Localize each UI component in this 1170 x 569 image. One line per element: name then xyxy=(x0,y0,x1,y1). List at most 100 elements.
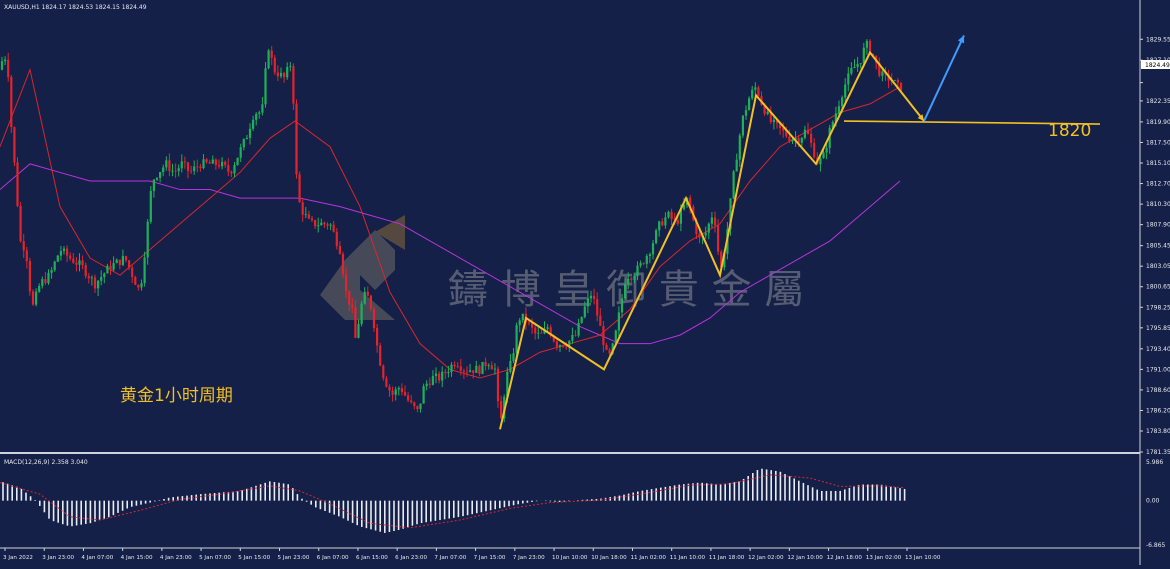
candle-bull xyxy=(881,71,884,76)
candle-bear xyxy=(66,248,69,256)
level-1820-label: 1820 xyxy=(1048,121,1091,141)
candle-bull xyxy=(645,255,648,264)
candle-bull xyxy=(258,112,261,114)
macd-tick-label: -6.865 xyxy=(1146,542,1166,549)
candle-bear xyxy=(562,345,565,347)
time-tick-label: 11 Jan 10:00 xyxy=(670,555,706,561)
candle-bull xyxy=(248,128,252,138)
candle-bull xyxy=(841,97,844,107)
candle-bull xyxy=(317,225,320,227)
time-tick-label: 7 Jan 07:00 xyxy=(434,555,466,561)
candle-bear xyxy=(273,57,276,73)
candle-bull xyxy=(419,403,422,410)
price-tick-label: 1829.55 xyxy=(1146,36,1170,43)
candle-bull xyxy=(242,139,245,148)
candle-bear xyxy=(75,262,78,265)
candle-bear xyxy=(81,260,84,266)
candle-bear xyxy=(806,129,810,134)
candle-bear xyxy=(19,205,22,242)
time-tick-label: 6 Jan 07:00 xyxy=(317,555,349,561)
candle-bear xyxy=(453,364,456,367)
candle-bull xyxy=(865,40,868,48)
candle-bull xyxy=(261,104,264,113)
candle-bear xyxy=(128,260,131,268)
candle-bull xyxy=(47,272,50,284)
candle-bear xyxy=(717,225,720,252)
price-chart-svg[interactable]: 鑄 博 皇 御 貴 金 屬 1829.551827.101822.351819.… xyxy=(0,0,1170,565)
candle-bear xyxy=(478,365,481,374)
candle-bear xyxy=(69,255,72,259)
candle-bull xyxy=(754,87,757,90)
candle-bull xyxy=(4,59,7,62)
current-price-text: 1824.49 xyxy=(1145,62,1170,69)
candle-bull xyxy=(35,291,38,305)
candle-bull xyxy=(211,159,214,164)
time-tick-label: 11 Jan 02:00 xyxy=(630,555,666,561)
candle-bull xyxy=(279,72,283,77)
candle-bull xyxy=(475,365,478,373)
macd-tick-label: 5.986 xyxy=(1146,459,1163,466)
candle-bull xyxy=(149,190,152,222)
time-tick-label: 6 Jan 23:00 xyxy=(395,555,427,561)
candle-bear xyxy=(574,334,577,336)
price-tick-label: 1822.35 xyxy=(1146,98,1170,105)
candle-bull xyxy=(639,263,642,266)
candle-bull xyxy=(667,211,670,218)
candle-bear xyxy=(444,371,447,374)
candle-bull xyxy=(289,66,292,68)
candle-bear xyxy=(698,234,701,238)
candle-bull xyxy=(434,373,438,377)
time-tick-label: 4 Jan 07:00 xyxy=(81,555,113,561)
candle-bull xyxy=(481,361,484,374)
candle-bear xyxy=(459,366,462,371)
candle-bear xyxy=(124,256,128,261)
candle-bull xyxy=(0,61,4,70)
candle-bear xyxy=(456,366,459,367)
candle-bull xyxy=(233,165,236,174)
price-tick-label: 1788.60 xyxy=(1146,387,1170,394)
price-tick-label: 1783.80 xyxy=(1146,428,1170,435)
candle-bull xyxy=(363,291,366,304)
price-tick-label: 1803.05 xyxy=(1146,263,1170,270)
candle-bull xyxy=(651,243,655,255)
candle-bull xyxy=(521,313,524,321)
price-tick-label: 1793.40 xyxy=(1146,346,1170,353)
candle-bull xyxy=(624,284,627,299)
time-tick-label: 6 Jan 15:00 xyxy=(356,555,388,561)
candle-bull xyxy=(245,137,248,140)
candle-bull xyxy=(320,222,323,226)
candle-bear xyxy=(283,72,286,78)
price-tick-label: 1805.45 xyxy=(1146,243,1170,250)
candle-bear xyxy=(757,87,760,97)
candle-bear xyxy=(413,402,416,407)
candle-bear xyxy=(87,275,90,279)
time-tick-label: 3 Jan 2022 xyxy=(3,555,33,561)
price-tick-label: 1810.30 xyxy=(1146,201,1170,208)
chart-window: 鑄 博 皇 御 貴 金 屬 1829.551827.101822.351819.… xyxy=(0,0,1170,565)
time-tick-label: 5 Jan 07:00 xyxy=(199,555,231,561)
candle-bear xyxy=(376,327,379,346)
time-tick-label: 10 Jan 10:00 xyxy=(552,555,588,561)
candle-bear xyxy=(295,103,298,175)
time-tick-label: 5 Jan 15:00 xyxy=(238,555,270,561)
candle-bear xyxy=(813,142,816,158)
candle-bull xyxy=(357,324,360,338)
candle-bear xyxy=(186,162,190,171)
candle-bull xyxy=(856,64,859,67)
candle-bull xyxy=(97,280,100,289)
candle-bear xyxy=(534,327,537,334)
candle-bear xyxy=(351,304,354,308)
macd-info: MACD(12,26,9) 2.358 3.040 xyxy=(4,459,88,466)
candle-bull xyxy=(658,221,661,231)
price-tick-label: 1812.70 xyxy=(1146,181,1170,188)
price-tick-label: 1807.90 xyxy=(1146,222,1170,229)
candle-bear xyxy=(84,265,87,276)
candle-bear xyxy=(199,166,202,169)
candle-bull xyxy=(62,248,66,252)
candle-bull xyxy=(159,172,162,178)
candle-bull xyxy=(546,327,549,329)
candle-bear xyxy=(630,278,633,280)
candle-bull xyxy=(837,106,841,114)
candle-bull xyxy=(648,254,651,256)
candle-bear xyxy=(13,127,16,163)
